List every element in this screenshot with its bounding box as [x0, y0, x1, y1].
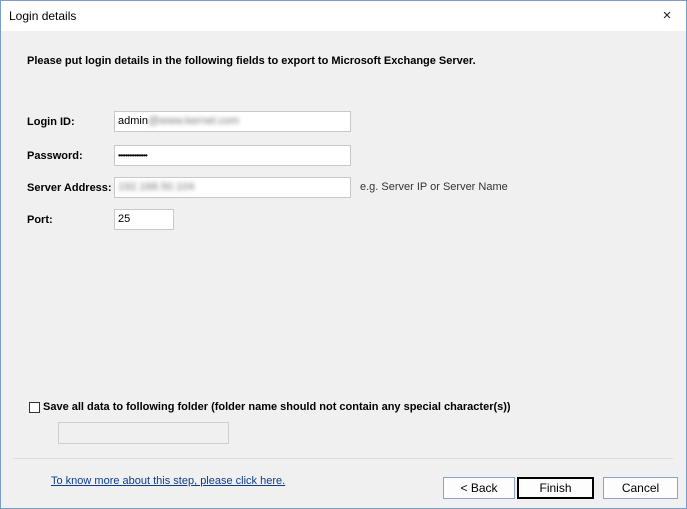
login-details-dialog: Login details × Please put login details… [0, 0, 687, 509]
login-id-masked-value: @www.kernel.com [147, 115, 240, 127]
password-label: Password: [27, 150, 83, 162]
server-address-masked-value: 192.168.50.104 [118, 181, 195, 193]
title-bar: Login details × [1, 1, 686, 31]
login-id-input[interactable]: admin@www.kernel.com [114, 111, 351, 132]
finish-button[interactable]: Finish [517, 477, 594, 499]
save-folder-input[interactable] [58, 422, 229, 444]
close-icon[interactable]: × [654, 5, 680, 27]
port-label: Port: [27, 214, 53, 226]
save-folder-label[interactable]: Save all data to following folder (folde… [43, 401, 511, 413]
save-folder-checkbox[interactable] [29, 402, 40, 413]
footer-separator [13, 458, 673, 459]
dialog-content: Please put login details in the followin… [1, 32, 686, 508]
instruction-text: Please put login details in the followin… [27, 55, 476, 67]
server-address-hint: e.g. Server IP or Server Name [360, 181, 508, 193]
server-address-label: Server Address: [27, 182, 112, 194]
cancel-button[interactable]: Cancel [603, 477, 678, 499]
login-id-value: admin [118, 115, 148, 127]
back-button[interactable]: < Back [443, 477, 515, 499]
port-input[interactable]: 25 [114, 209, 174, 230]
dialog-title: Login details [9, 9, 77, 23]
login-id-label: Login ID: [27, 116, 75, 128]
password-input[interactable]: •••••••••••••••• [114, 145, 351, 166]
help-link[interactable]: To know more about this step, please cli… [51, 475, 285, 487]
server-address-input[interactable]: 192.168.50.104 [114, 177, 351, 198]
